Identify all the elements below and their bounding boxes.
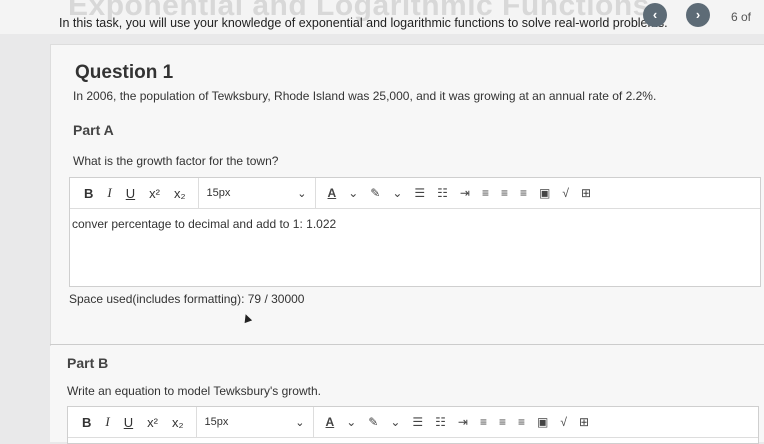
image-icon[interactable]: ▣ (539, 186, 550, 200)
part-b-heading: Part B (67, 355, 109, 371)
superscript-button[interactable]: x² (149, 186, 160, 201)
page-indicator: 6 of (731, 10, 752, 24)
part-a-heading: Part A (73, 122, 114, 138)
space-used-counter: Space used(includes formatting): 79 / 30… (69, 292, 305, 306)
bold-button[interactable]: B (82, 415, 91, 430)
highlight-icon[interactable]: ✎ (370, 186, 380, 200)
indent-icon[interactable]: ⇥ (460, 186, 470, 200)
indent-icon[interactable]: ⇥ (458, 415, 468, 429)
font-size-select[interactable]: 15px ⌄ (197, 178, 316, 208)
subscript-button[interactable]: x₂ (174, 186, 186, 201)
underline-button[interactable]: U (124, 415, 133, 430)
prev-button[interactable]: ‹ (643, 3, 667, 27)
table-icon[interactable]: ⊞ (579, 415, 589, 429)
numbered-list-icon[interactable]: ☷ (435, 415, 446, 429)
align-center-icon[interactable]: ≡ (499, 415, 506, 429)
chevron-down-icon: ⌄ (297, 187, 307, 200)
math-icon[interactable]: √ (562, 186, 569, 200)
font-size-value: 15px (204, 416, 229, 428)
part-b-editor[interactable]: B I U x² x₂ 15px ⌄ A ⌄ ✎ ⌄ ☰ ☷ ⇥ ≡ ≡ ≡ ▣… (67, 406, 759, 444)
chevron-down-icon: ⌄ (295, 416, 305, 429)
bullet-list-icon[interactable]: ☰ (414, 186, 425, 200)
part-a-toolbar: B I U x² x₂ 15px ⌄ A ⌄ ✎ ⌄ ☰ ☷ ⇥ ≡ ≡ ≡ ▣… (70, 178, 760, 209)
font-size-select[interactable]: 15px ⌄ (195, 407, 314, 437)
chevron-down-icon[interactable]: ⌄ (346, 415, 356, 429)
underline-button[interactable]: U (126, 186, 135, 201)
font-size-value: 15px (206, 187, 231, 199)
part-b-prompt: Write an equation to model Tewksbury's g… (67, 384, 321, 398)
align-left-icon[interactable]: ≡ (482, 186, 489, 200)
align-right-icon[interactable]: ≡ (520, 186, 527, 200)
italic-button[interactable]: I (107, 185, 111, 201)
superscript-button[interactable]: x² (147, 415, 158, 430)
section-divider (50, 344, 764, 345)
part-b-toolbar: B I U x² x₂ 15px ⌄ A ⌄ ✎ ⌄ ☰ ☷ ⇥ ≡ ≡ ≡ ▣… (68, 407, 758, 438)
chevron-down-icon[interactable]: ⌄ (390, 415, 400, 429)
chevron-down-icon[interactable]: ⌄ (348, 186, 358, 200)
image-icon[interactable]: ▣ (537, 415, 548, 429)
align-center-icon[interactable]: ≡ (501, 186, 508, 200)
next-button[interactable]: › (686, 3, 710, 27)
part-a-answer-text[interactable]: conver percentage to decimal and add to … (70, 209, 338, 239)
italic-button[interactable]: I (105, 414, 109, 430)
numbered-list-icon[interactable]: ☷ (437, 186, 448, 200)
bold-button[interactable]: B (84, 186, 93, 201)
part-a-prompt: What is the growth factor for the town? (73, 154, 279, 168)
chevron-right-icon: › (695, 7, 701, 22)
align-right-icon[interactable]: ≡ (518, 415, 525, 429)
chevron-down-icon[interactable]: ⌄ (392, 186, 402, 200)
question-text: In 2006, the population of Tewksbury, Rh… (73, 89, 657, 103)
chevron-left-icon: ‹ (652, 7, 658, 22)
text-color-icon[interactable]: A (326, 415, 335, 429)
highlight-icon[interactable]: ✎ (368, 415, 378, 429)
text-color-icon[interactable]: A (328, 186, 337, 200)
subscript-button[interactable]: x₂ (172, 415, 184, 430)
question-title: Question 1 (75, 62, 174, 83)
task-intro: In this task, you will use your knowledg… (59, 16, 668, 30)
align-left-icon[interactable]: ≡ (480, 415, 487, 429)
math-icon[interactable]: √ (560, 415, 567, 429)
part-a-editor[interactable]: B I U x² x₂ 15px ⌄ A ⌄ ✎ ⌄ ☰ ☷ ⇥ ≡ ≡ ≡ ▣… (69, 177, 761, 287)
table-icon[interactable]: ⊞ (581, 186, 591, 200)
bullet-list-icon[interactable]: ☰ (412, 415, 423, 429)
